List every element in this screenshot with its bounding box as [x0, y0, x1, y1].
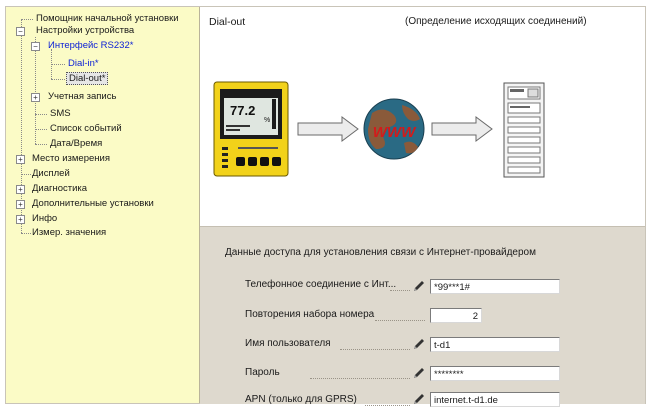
tree-line: [35, 37, 36, 144]
device-reading: 77.2: [230, 103, 255, 118]
tree-item-additional-settings[interactable]: Дополнительные установки: [30, 197, 156, 211]
leader-dots: [310, 378, 410, 379]
phone-connection-input[interactable]: *99***1#: [430, 279, 560, 294]
settings-tree: Помощник начальной установки − Настройки…: [6, 7, 200, 403]
tree-item-info[interactable]: Инфо: [30, 212, 59, 226]
tree-item-event-list[interactable]: Список событий: [48, 122, 124, 136]
expand-icon[interactable]: +: [16, 185, 25, 194]
username-label: Имя пользователя: [245, 338, 331, 349]
tree-item-dial-in[interactable]: Dial-in*: [66, 57, 101, 71]
device-unit: %: [264, 117, 270, 124]
pencil-icon[interactable]: [412, 337, 426, 351]
redial-count-label: Повторения набора номера: [245, 309, 375, 320]
server-icon: [503, 82, 545, 178]
collapse-icon[interactable]: −: [31, 42, 40, 51]
globe-label: WWW: [373, 124, 417, 141]
expand-icon[interactable]: +: [31, 93, 40, 102]
phone-connection-label: Телефонное соединение с Инт...: [245, 279, 397, 290]
expand-icon[interactable]: +: [16, 200, 25, 209]
tree-line: [21, 19, 33, 20]
diagram-panel: Dial-out (Определение исходящих соединен…: [200, 7, 645, 226]
redial-count-input[interactable]: 2: [430, 308, 482, 323]
leader-dots: [390, 290, 410, 291]
tree-item-rs232[interactable]: Интерфейс RS232*: [46, 39, 135, 53]
pencil-icon[interactable]: [412, 366, 426, 380]
arrow-right-icon: [431, 116, 493, 142]
pencil-icon[interactable]: [412, 279, 426, 293]
tree-item-account[interactable]: Учетная запись: [46, 90, 118, 104]
app-window: Помощник начальной установки − Настройки…: [5, 6, 646, 407]
page-title: Dial-out: [209, 16, 246, 28]
measuring-device-icon: 77.2 %: [213, 81, 289, 177]
expand-icon[interactable]: +: [16, 155, 25, 164]
form-section-title: Данные доступа для установления связи с …: [225, 247, 536, 258]
page-subtitle: (Определение исходящих соединений): [405, 16, 587, 27]
www-globe-icon: WWW: [363, 98, 425, 160]
pencil-icon[interactable]: [412, 392, 426, 406]
tree-item-display[interactable]: Дисплей: [30, 167, 72, 181]
password-input[interactable]: ********: [430, 366, 560, 381]
tree-item-measured-values[interactable]: Измер. значения: [30, 226, 108, 240]
password-label: Пароль: [245, 367, 280, 378]
connection-diagram: 77.2 % WWW: [213, 81, 545, 178]
tree-item-sms[interactable]: SMS: [48, 107, 73, 121]
tree-item-dial-out[interactable]: Dial-out*: [66, 72, 109, 86]
apn-input[interactable]: internet.t-d1.de: [430, 392, 560, 407]
leader-dots: [340, 349, 410, 350]
tree-item-measuring-point[interactable]: Место измерения: [30, 152, 112, 166]
tree-item-date-time[interactable]: Дата/Время: [48, 137, 104, 151]
arrow-right-icon: [297, 116, 359, 142]
tree-item-device-settings[interactable]: Настройки устройства: [34, 24, 136, 38]
collapse-icon[interactable]: −: [16, 27, 25, 36]
username-input[interactable]: t-d1: [430, 337, 560, 352]
tree-line: [35, 144, 47, 145]
tree-line: [35, 114, 47, 115]
tree-line: [51, 79, 65, 80]
tree-item-diagnostics[interactable]: Диагностика: [30, 182, 89, 196]
tree-line: [35, 129, 47, 130]
apn-label: APN (только для GPRS): [245, 394, 357, 405]
leader-dots: [375, 320, 425, 321]
access-data-form: Данные доступа для установления связи с …: [200, 226, 645, 407]
tree-line: [51, 64, 65, 65]
expand-icon[interactable]: +: [16, 215, 25, 224]
